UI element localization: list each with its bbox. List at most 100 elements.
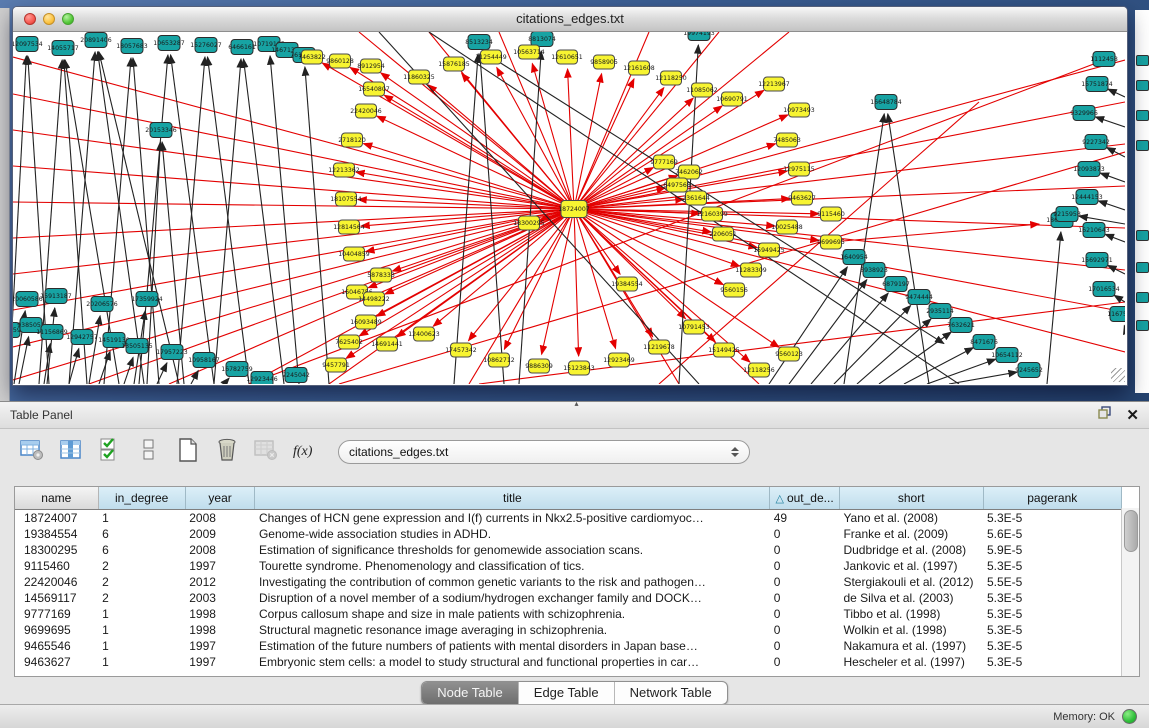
background-network-strip <box>1135 10 1149 393</box>
graph-edge[interactable] <box>208 57 249 384</box>
graph-edge[interactable] <box>224 378 229 384</box>
table-mode-button[interactable] <box>18 438 46 466</box>
table-row[interactable]: 1456911722003Disruption of a novel membe… <box>15 590 1122 606</box>
graph-edge[interactable] <box>574 79 634 209</box>
new-column-button[interactable] <box>174 438 202 466</box>
table-row[interactable]: 1872400712008Changes of HCN gene express… <box>15 510 1122 527</box>
close-window-button[interactable] <box>24 13 36 25</box>
column-header-in_degree[interactable]: in_degree <box>98 487 185 510</box>
graph-node-label: 9457791 <box>322 362 350 369</box>
tab-network-table[interactable]: Network Table <box>614 682 727 704</box>
column-header-short[interactable]: short <box>839 487 983 510</box>
graph-edge[interactable] <box>171 55 214 384</box>
graph-node-label: 11219678 <box>643 344 675 351</box>
select-all-button[interactable] <box>96 438 124 466</box>
graph-edge[interactable] <box>1114 295 1125 302</box>
graph-edge[interactable] <box>47 308 55 384</box>
graph-edge[interactable] <box>574 209 779 347</box>
tab-edge-table[interactable]: Edge Table <box>518 682 614 704</box>
column-header-out_de[interactable]: △out_de... <box>770 487 840 510</box>
graph-edge[interactable] <box>574 209 579 356</box>
delete-column-button[interactable] <box>213 438 241 466</box>
graph-edge[interactable] <box>305 67 329 384</box>
table-cell: 2003 <box>185 590 255 606</box>
table-row[interactable]: 2242004622012Investigating the contribut… <box>15 574 1122 590</box>
graph-edge[interactable] <box>1098 201 1125 210</box>
graph-edge[interactable] <box>270 56 299 384</box>
resize-grip[interactable] <box>1111 368 1125 382</box>
graph-node-label: 15123843 <box>563 365 595 372</box>
graph-node-label: 10791453 <box>678 324 710 331</box>
graph-edge[interactable] <box>1105 234 1125 242</box>
graph-edge[interactable] <box>574 60 1125 209</box>
graph-node-label: 9329966 <box>1070 110 1098 117</box>
graph-edge[interactable] <box>927 359 996 384</box>
table-cell: 9115460 <box>15 558 98 574</box>
graph-edge[interactable] <box>384 95 574 209</box>
graph-edge[interactable] <box>1047 232 1061 384</box>
graph-edge[interactable] <box>359 32 574 209</box>
panel-drag-handle[interactable]: ▴ <box>575 399 579 408</box>
network-window-titlebar[interactable]: citations_edges.txt <box>13 7 1127 32</box>
table-row[interactable]: 946362711997Embryonic stem cells: a mode… <box>15 654 1122 670</box>
graph-edge[interactable] <box>366 209 574 252</box>
table-mode-icon <box>20 439 44 466</box>
graph-node-label: 19384554 <box>611 281 643 288</box>
graph-edge[interactable] <box>1095 117 1125 127</box>
unselect-all-button[interactable] <box>135 438 163 466</box>
table-row[interactable]: 977716911998Corpus callosum shape and si… <box>15 606 1122 622</box>
graph-edge[interactable] <box>454 54 478 384</box>
column-header-year[interactable]: year <box>185 487 255 510</box>
graph-edge[interactable] <box>214 59 241 384</box>
graph-edge[interactable] <box>904 348 973 384</box>
table-selector-dropdown[interactable]: citations_edges.txt <box>338 440 750 464</box>
graph-edge[interactable] <box>888 114 929 384</box>
graph-edge[interactable] <box>949 372 1017 384</box>
network-canvas[interactable]: 1209753414055717208914061805768310653287… <box>13 32 1127 384</box>
graph-node-label: 2206051 <box>709 231 737 238</box>
table-cell: Dudbridge et al. (2008) <box>839 542 983 558</box>
function-builder-button[interactable]: f(x) <box>291 438 319 466</box>
table-scrollbar[interactable] <box>1121 508 1139 676</box>
graph-edge[interactable] <box>542 209 574 354</box>
node-table-container: namein_degreeyeartitle△out_de...shortpag… <box>14 486 1140 677</box>
graph-edge[interactable] <box>844 114 884 384</box>
tab-node-table[interactable]: Node Table <box>422 682 518 704</box>
table-row[interactable]: 969969511998Structural magnetic resonanc… <box>15 622 1122 638</box>
table-scrollbar-thumb[interactable] <box>1124 510 1138 552</box>
zoom-window-button[interactable] <box>62 13 74 25</box>
graph-edge[interactable] <box>1124 326 1125 328</box>
table-row[interactable]: 946554611997Estimation of the future num… <box>15 638 1122 654</box>
graph-edge[interactable] <box>177 57 205 384</box>
graph-node-label: 12610651 <box>551 54 583 61</box>
graph-edge[interactable] <box>243 59 284 384</box>
table-cell: 14569117 <box>15 590 98 606</box>
delete-table-button[interactable] <box>252 438 280 466</box>
table-cell: Franke et al. (2009) <box>839 526 983 542</box>
graph-edge[interactable] <box>831 224 1039 242</box>
column-header-name[interactable]: name <box>15 487 98 510</box>
table-row[interactable]: 911546021997Tourette syndrome. Phenomeno… <box>15 558 1122 574</box>
graph-edge[interactable] <box>574 115 788 209</box>
minimize-window-button[interactable] <box>43 13 55 25</box>
graph-edge[interactable] <box>89 316 100 384</box>
float-window-icon[interactable] <box>1098 406 1112 425</box>
column-header-pagerank[interactable]: pagerank <box>983 487 1122 510</box>
table-row[interactable]: 1938455462009Genome-wide association stu… <box>15 526 1122 542</box>
show-column-button[interactable] <box>57 438 85 466</box>
graph-edge[interactable] <box>574 74 602 209</box>
table-row[interactable]: 1830029562008Estimation of significance … <box>15 542 1122 558</box>
graph-edge[interactable] <box>879 332 951 384</box>
graph-edge[interactable] <box>13 209 574 238</box>
graph-node-label: 6466161 <box>228 44 256 51</box>
graph-node-label: 6879197 <box>882 281 910 288</box>
graph-edge[interactable] <box>769 267 847 384</box>
graph-node-label: 12213362 <box>328 167 360 174</box>
graph-edge[interactable] <box>1100 173 1125 182</box>
background-graph-node <box>1136 262 1149 273</box>
column-header-title[interactable]: title <box>255 487 770 510</box>
graph-edge[interactable] <box>1108 89 1125 97</box>
graph-node-label: 7485063 <box>773 137 801 144</box>
network-graph[interactable]: 1209753414055717208914061805768310653287… <box>13 32 1125 384</box>
close-panel-icon[interactable]: ✕ <box>1126 408 1139 423</box>
